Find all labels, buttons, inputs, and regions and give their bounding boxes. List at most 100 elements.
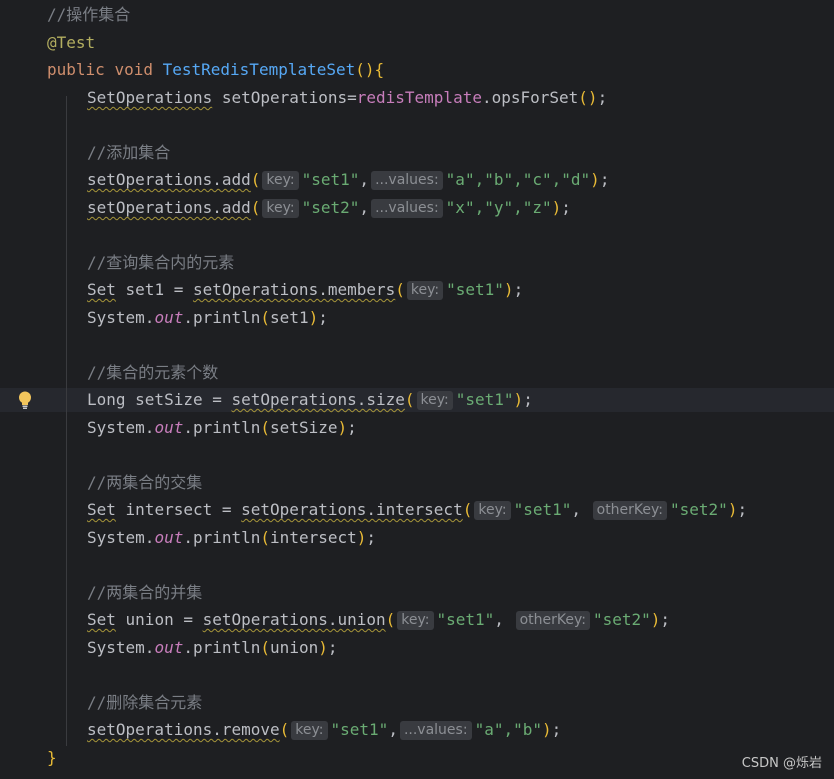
code-line-19[interactable]: Set intersect = setOperations.intersect(… [87, 498, 747, 522]
watermark: CSDN @烁岩 [741, 756, 822, 771]
method-call: .println [183, 638, 261, 657]
paren-open: ( [260, 528, 271, 547]
code-line-10[interactable]: //查询集合内的元素 [87, 251, 234, 275]
system-class: System. [87, 418, 155, 437]
paren-close: ) [542, 720, 552, 739]
code-line-23[interactable]: Set union = setOperations.union(key: "set… [87, 608, 670, 632]
string-literals: "x","y","z" [445, 198, 552, 217]
comment: //删除集合元素 [87, 693, 203, 712]
code-line-7[interactable]: setOperations.add(key: "set1", ...values: "… [87, 168, 609, 192]
code-line-20[interactable]: System.out.println(intersect); [87, 526, 376, 550]
semicolon: ; [327, 638, 338, 657]
paren-open: ( [462, 500, 473, 519]
method-call: setOperations.size [231, 390, 405, 409]
brace-open: { [374, 60, 385, 79]
parameter-hint: key: [291, 721, 328, 740]
method-call: .println [183, 418, 261, 437]
argument: set1 [270, 308, 309, 327]
keyword-public: public [47, 60, 105, 79]
code-line-11[interactable]: Set set1 = setOperations.members(key: "se… [87, 278, 523, 302]
code-line-24[interactable]: System.out.println(union); [87, 636, 338, 660]
paren: () [355, 60, 375, 79]
type-set: Set [87, 500, 116, 519]
code-line-1[interactable]: //操作集合 [47, 3, 130, 27]
paren-open: ( [385, 610, 396, 629]
code-line-27[interactable]: setOperations.remove(key: "set1", ...value… [87, 718, 561, 742]
semicolon: ; [366, 528, 377, 547]
string-literal: "set1" [301, 170, 360, 189]
brace-close: } [47, 748, 57, 767]
paren-open: ( [279, 720, 290, 739]
method-call: setOperations.add [87, 170, 251, 189]
variable-decl: setOperations= [212, 88, 357, 107]
paren-close: ) [308, 308, 319, 327]
comment: //两集合的交集 [87, 473, 203, 492]
code-line-6[interactable]: //添加集合 [87, 141, 170, 165]
static-field-out: out [154, 528, 184, 547]
code-line-2[interactable]: @Test [47, 31, 95, 55]
method-call: .opsForSet [481, 88, 579, 107]
paren-close: ) [650, 610, 661, 629]
code-line-3[interactable]: public void TestRedisTemplateSet(){ [47, 58, 384, 82]
variable-decl: intersect = [115, 500, 242, 519]
type-set: Set [87, 280, 116, 299]
comment: //操作集合 [47, 5, 131, 24]
code-line-26[interactable]: //删除集合元素 [87, 691, 202, 715]
paren-close: ) [318, 638, 328, 657]
method-name: TestRedisTemplateSet [162, 60, 356, 79]
method-call: setOperations.union [202, 610, 386, 629]
comma: , [359, 198, 370, 217]
code-line-8[interactable]: setOperations.add(key: "set2", ...values: "… [87, 196, 571, 220]
code-line-12[interactable]: System.out.println(set1); [87, 306, 328, 330]
parameter-hint: key: [474, 501, 511, 520]
code-line-15[interactable]: Long setSize = setOperations.size(key: "s… [87, 388, 533, 412]
code-line-28[interactable]: } [47, 746, 57, 770]
paren-open: ( [250, 198, 261, 217]
field-redistemplate: redisTemplate [356, 88, 482, 107]
paren-open: ( [395, 280, 405, 299]
static-field-out: out [154, 308, 184, 327]
parameter-hint: key: [406, 281, 444, 300]
argument: setSize [270, 418, 338, 437]
variable-decl: set1 = [115, 280, 193, 299]
string-literal: "set1" [436, 610, 495, 629]
paren-open: ( [260, 418, 271, 437]
semicolon: ; [737, 500, 748, 519]
type-set: Set [87, 610, 116, 629]
lightbulb-icon[interactable] [16, 390, 34, 410]
method-call: setOperations.intersect [241, 500, 463, 519]
code-line-18[interactable]: //两集合的交集 [87, 471, 202, 495]
paren-open: ( [260, 638, 271, 657]
comment: //添加集合 [87, 143, 171, 162]
code-editor[interactable]: //操作集合 @Test public void TestRedisTempla… [0, 0, 834, 779]
static-field-out: out [154, 638, 184, 657]
code-line-14[interactable]: //集合的元素个数 [87, 361, 218, 385]
type-setoperations: SetOperations [87, 88, 213, 107]
test-annotation: @Test [47, 33, 96, 52]
parameter-hint: key: [397, 611, 434, 630]
comment: //查询集合内的元素 [87, 253, 235, 272]
paren-close: ) [590, 170, 600, 189]
comma: , [494, 610, 514, 629]
semicolon: ; [599, 170, 610, 189]
argument: union [270, 638, 319, 657]
semicolon: ; [551, 720, 562, 739]
parameter-hint: key: [262, 199, 299, 218]
keyword-void: void [114, 60, 153, 79]
code-line-16[interactable]: System.out.println(setSize); [87, 416, 357, 440]
parameter-hint: ...values: [371, 171, 443, 190]
paren-open: ( [250, 170, 261, 189]
method-call: .println [183, 308, 261, 327]
comment: //集合的元素个数 [87, 363, 219, 382]
variable-decl: Long setSize = [87, 390, 232, 409]
code-line-4[interactable]: SetOperations setOperations=redisTemplat… [87, 86, 607, 110]
parameter-hint: ...values: [371, 199, 443, 218]
static-field-out: out [154, 418, 184, 437]
paren-close: ) [727, 500, 738, 519]
system-class: System. [87, 638, 155, 657]
string-literal: "set1" [446, 280, 504, 299]
method-call: setOperations.members [192, 280, 396, 299]
code-line-22[interactable]: //两集合的并集 [87, 581, 202, 605]
semicolon: ; [523, 390, 533, 409]
parameter-hint: ...values: [399, 721, 472, 740]
